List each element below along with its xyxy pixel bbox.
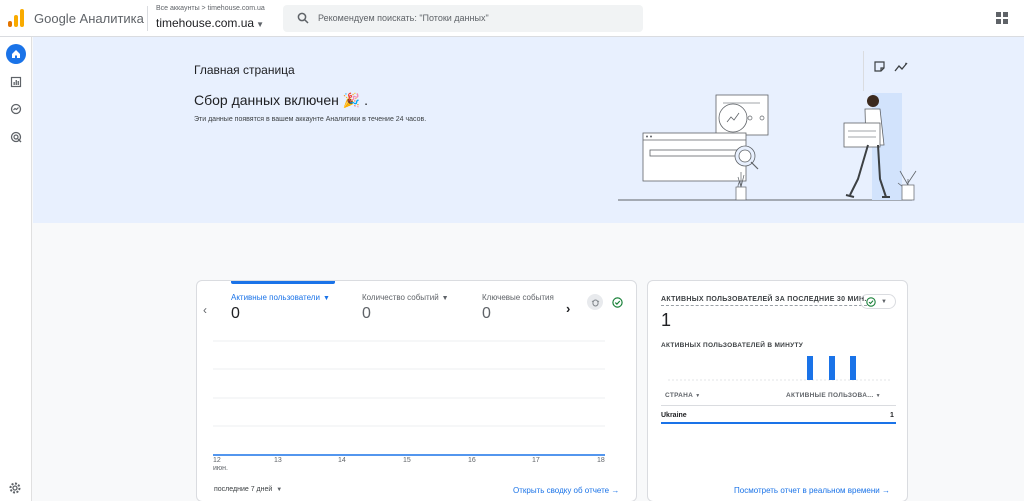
x-tick-label: 13 (274, 457, 282, 464)
realtime-per-minute-label: АКТИВНЫХ ПОЛЬЗОВАТЕЛЕЙ В МИНУТУ (661, 342, 804, 349)
metric-active-users-tab[interactable]: Активные пользователи ▼ 0 (231, 281, 356, 323)
insights-icon[interactable] (894, 61, 908, 73)
x-tick-month-label: июн. (213, 465, 228, 472)
apps-grid-icon[interactable] (996, 12, 1008, 24)
chevron-down-icon: ▼ (881, 298, 887, 305)
metric-label: Ключевые события (482, 293, 554, 302)
chevron-down-icon: ▼ (256, 20, 264, 29)
column-header-country[interactable]: СТРАНА ▼ (665, 392, 701, 399)
search-icon (297, 12, 309, 24)
realtime-status-selector[interactable]: ▼ (860, 294, 896, 309)
realtime-active-users-value: 1 (661, 310, 672, 330)
status-ok-icon[interactable] (609, 294, 625, 310)
status-ok-icon (866, 296, 876, 307)
column-header-label: СТРАНА (665, 392, 694, 399)
realtime-per-minute-bar-chart (668, 349, 890, 383)
hero-description: Эти данные появятся в вашем аккаунте Ана… (194, 116, 427, 123)
chevron-down-icon: ▼ (276, 487, 283, 493)
hero-banner: Главная страница Сбор данных включен 🎉 .… (33, 37, 1024, 223)
date-range-selector[interactable]: последние 7 дней ▼ (214, 486, 282, 493)
hero-toolbar (863, 51, 913, 91)
x-tick-label: 14 (338, 457, 346, 464)
row-active-users: 1 (890, 412, 894, 419)
x-tick-label: 15 (403, 457, 411, 464)
x-tick-label: 12 (213, 457, 221, 464)
minute-bar (829, 356, 835, 380)
x-tick-label: 17 (532, 457, 540, 464)
row-share-bar (661, 422, 896, 424)
metric-value: 0 (231, 305, 240, 322)
chevron-down-icon: ▼ (322, 295, 330, 302)
account-selector[interactable]: timehouse.com.ua ▼ (156, 16, 264, 30)
settings-gear-icon[interactable] (8, 481, 22, 495)
note-icon[interactable] (874, 61, 885, 72)
metric-label: Активные пользователи (231, 293, 320, 302)
home-icon[interactable] (6, 44, 26, 64)
chevron-right-icon[interactable]: › (566, 301, 570, 316)
minute-bar (850, 356, 856, 380)
row-country: Ukraine (661, 412, 687, 419)
account-name: timehouse.com.ua (156, 16, 255, 30)
account-breadcrumb[interactable]: Все аккаунты > timehouse.com.ua (156, 5, 265, 12)
insights-bug-icon[interactable] (587, 294, 603, 310)
search-placeholder: Рекомендуем поискать: "Потоки данных" (318, 13, 489, 23)
left-nav-rail (0, 37, 32, 501)
analytics-logo-icon[interactable] (8, 9, 24, 27)
brand-name: Google Аналитика (34, 11, 144, 26)
open-report-summary-link[interactable]: Открыть сводку об отчете → (513, 486, 619, 495)
chevron-down-icon: ▼ (875, 393, 881, 399)
top-bar: Google Аналитика Все аккаунты > timehous… (0, 0, 1024, 37)
reports-icon[interactable] (6, 72, 26, 92)
metric-label: Количество событий (362, 293, 439, 302)
hero-headline: Сбор данных включен 🎉 . (194, 92, 368, 108)
page-title: Главная страница (194, 63, 295, 77)
search-input[interactable]: Рекомендуем поискать: "Потоки данных" (283, 5, 643, 32)
explore-icon[interactable] (6, 99, 26, 119)
column-header-label: АКТИВНЫЕ ПОЛЬЗОВА... (786, 392, 874, 399)
chevron-left-icon[interactable]: ‹ (203, 303, 207, 317)
chevron-down-icon: ▼ (441, 295, 449, 302)
date-range-label: последние 7 дней (214, 486, 273, 493)
metric-event-count-tab[interactable]: Количество событий ▼ 0 (362, 293, 487, 323)
metric-key-events-tab[interactable]: Ключевые события 0 (482, 293, 562, 323)
x-tick-label: 18 (597, 457, 605, 464)
metric-value: 0 (362, 305, 371, 322)
open-realtime-report-link[interactable]: Посмотреть отчет в реальном времени → (734, 486, 890, 495)
x-tick-label: 16 (468, 457, 476, 464)
column-header-active-users[interactable]: АКТИВНЫЕ ПОЛЬЗОВА... ▼ (786, 392, 881, 399)
metric-value: 0 (482, 305, 491, 322)
minute-bar (807, 356, 813, 380)
advertising-icon[interactable] (6, 127, 26, 147)
realtime-card: АКТИВНЫХ ПОЛЬЗОВАТЕЛЕЙ ЗА ПОСЛЕДНИЕ 30 М… (647, 280, 908, 501)
hero-illustration (618, 93, 917, 201)
realtime-title: АКТИВНЫХ ПОЛЬЗОВАТЕЛЕЙ ЗА ПОСЛЕДНИЕ 30 М… (661, 296, 867, 306)
metrics-overview-card: ‹ Активные пользователи ▼ 0 Количество со… (196, 280, 637, 501)
divider (147, 6, 148, 31)
chevron-down-icon: ▼ (695, 393, 701, 399)
table-divider (661, 405, 896, 406)
active-users-line-chart: 12 13 14 15 16 17 18 июн. (213, 339, 605, 472)
